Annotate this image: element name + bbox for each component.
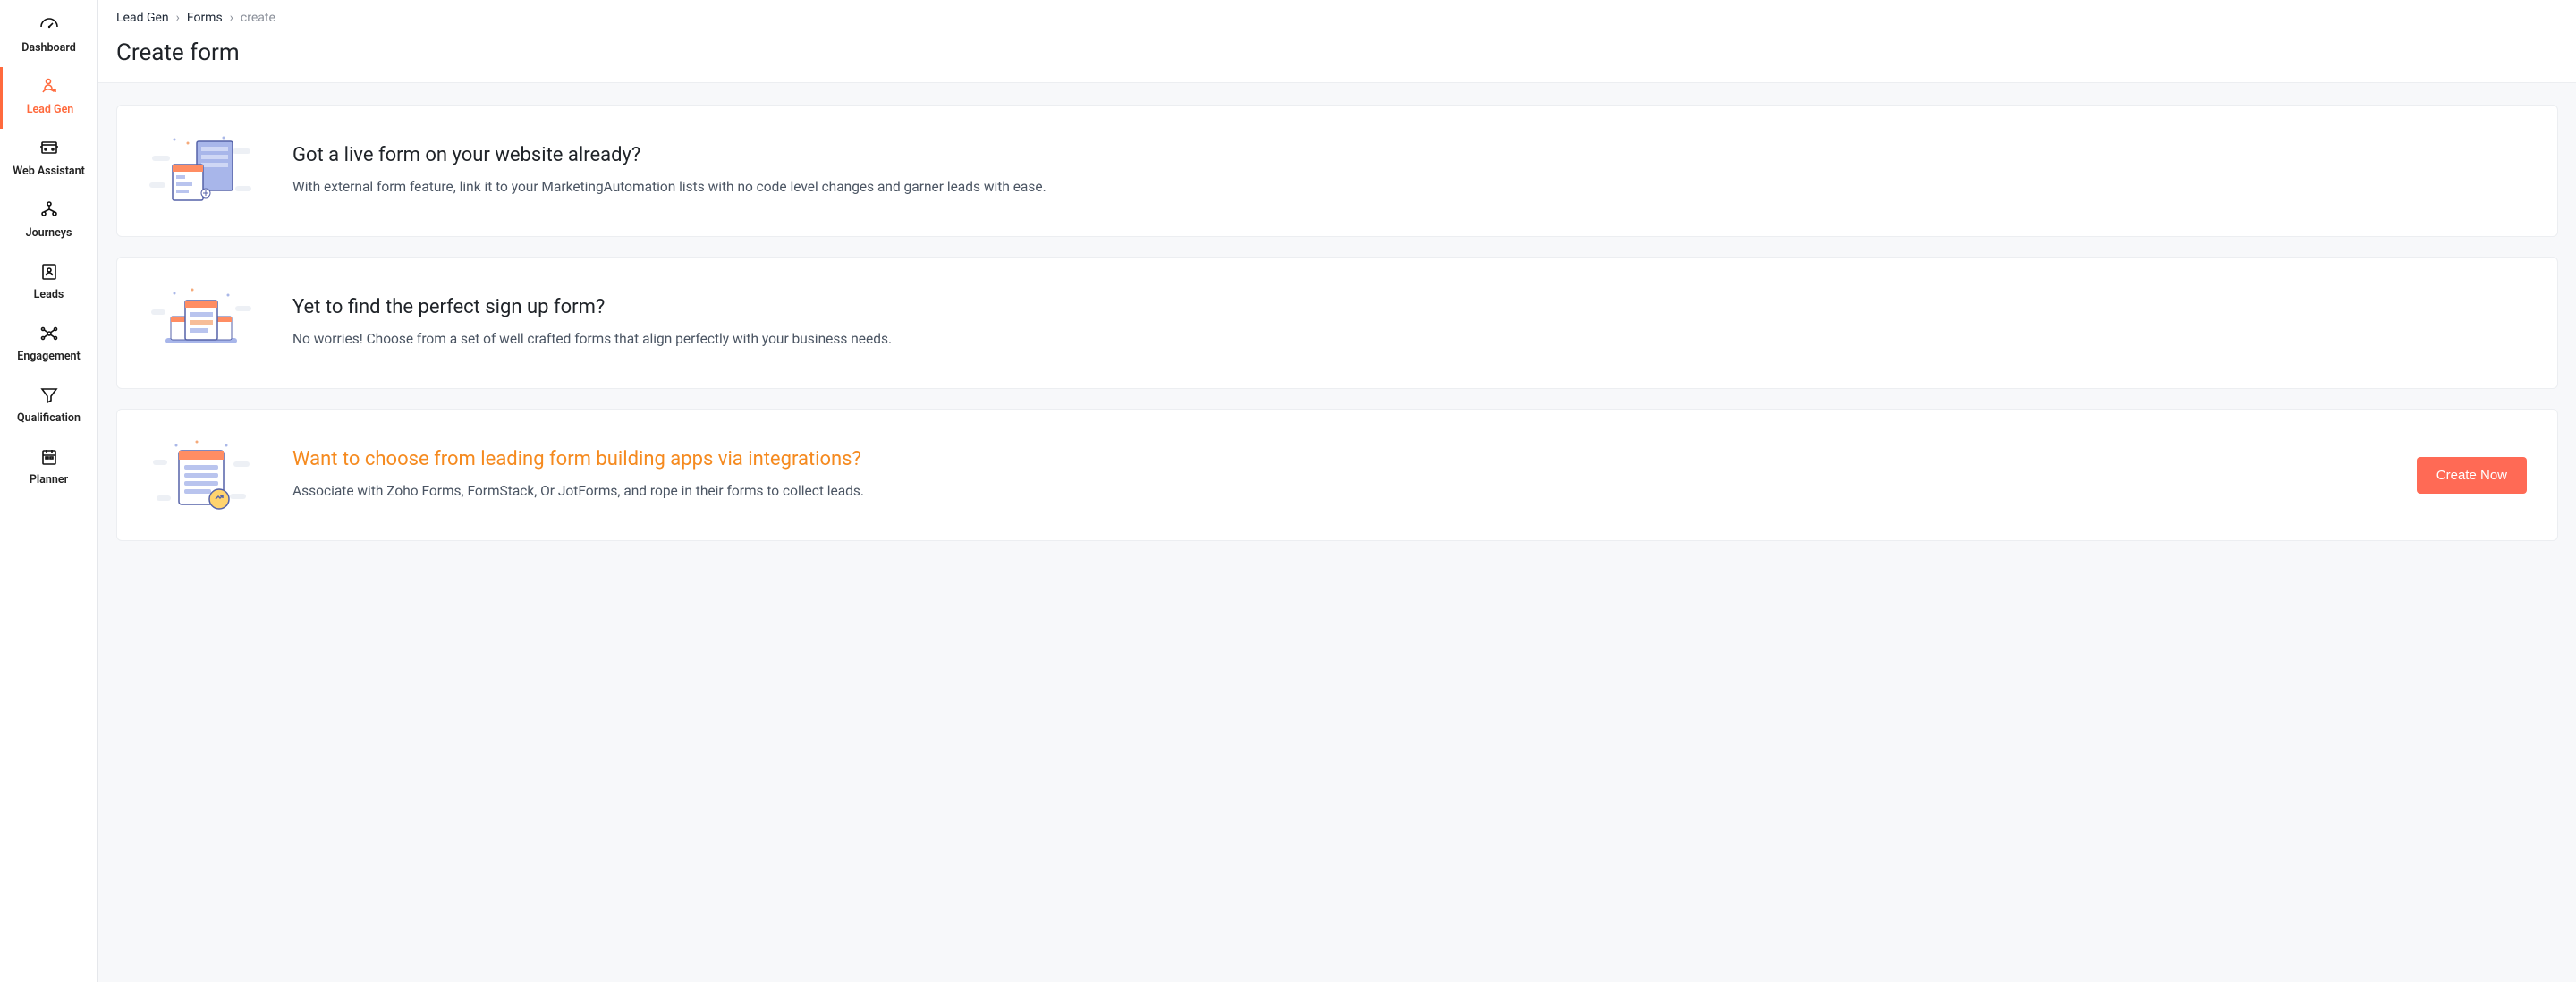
leads-icon — [38, 261, 60, 283]
card-description: Associate with Zoho Forms, FormStack, Or… — [292, 481, 2379, 502]
option-card-integrations[interactable]: Want to choose from leading form buildin… — [116, 409, 2558, 541]
sidebar-item-engagement[interactable]: Engagement — [0, 314, 97, 376]
card-title: Got a live form on your website already? — [292, 144, 2527, 166]
create-now-button[interactable]: Create Now — [2417, 457, 2527, 494]
content-area: Got a live form on your website already?… — [98, 83, 2576, 563]
chevron-right-icon: › — [230, 11, 233, 25]
sidebar-item-label: Leads — [34, 288, 64, 301]
sidebar-item-web-assistant[interactable]: Web Assistant — [0, 129, 97, 190]
card-title: Yet to find the perfect sign up form? — [292, 296, 2527, 318]
chevron-right-icon: › — [176, 11, 180, 25]
sidebar-item-planner[interactable]: Planner — [0, 437, 97, 499]
web-assistant-icon — [38, 138, 60, 159]
main-content: Lead Gen › Forms › create Create form — [98, 0, 2576, 982]
card-title: Want to choose from leading form buildin… — [292, 448, 2379, 470]
sidebar-item-journeys[interactable]: Journeys — [0, 190, 97, 252]
card-cta-area: Create Now — [2417, 457, 2527, 494]
topbar: Lead Gen › Forms › create Create form — [98, 0, 2576, 83]
lead-gen-icon — [39, 76, 61, 97]
sidebar-item-label: Qualification — [17, 411, 80, 425]
card-description: No worries! Choose from a set of well cr… — [292, 329, 2527, 350]
sidebar-item-label: Lead Gen — [27, 103, 74, 116]
sidebar-item-label: Journeys — [26, 226, 72, 240]
sidebar: Dashboard Lead Gen Web Assistant Journey… — [0, 0, 98, 982]
illustration-external-form — [148, 131, 255, 211]
sidebar-item-leads[interactable]: Leads — [0, 252, 97, 314]
sidebar-item-qualification[interactable]: Qualification — [0, 376, 97, 437]
illustration-signup-form — [148, 283, 255, 363]
engagement-icon — [38, 323, 60, 344]
sidebar-item-lead-gen[interactable]: Lead Gen — [0, 67, 97, 129]
breadcrumb: Lead Gen › Forms › create — [116, 11, 2558, 25]
card-body: Want to choose from leading form buildin… — [292, 448, 2379, 502]
card-body: Yet to find the perfect sign up form? No… — [292, 296, 2527, 350]
option-card-external-form[interactable]: Got a live form on your website already?… — [116, 105, 2558, 237]
sidebar-item-label: Web Assistant — [13, 165, 85, 178]
card-body: Got a live form on your website already?… — [292, 144, 2527, 198]
illustration-integrations — [148, 435, 255, 515]
sidebar-item-label: Engagement — [17, 350, 80, 363]
card-description: With external form feature, link it to y… — [292, 177, 2527, 198]
sidebar-item-label: Dashboard — [21, 41, 76, 55]
page-title: Create form — [116, 39, 2558, 66]
gauge-icon — [38, 14, 60, 36]
journeys-icon — [38, 199, 60, 221]
sidebar-item-label: Planner — [30, 473, 68, 487]
planner-icon — [38, 446, 60, 468]
sidebar-item-dashboard[interactable]: Dashboard — [0, 5, 97, 67]
option-card-signup-form[interactable]: Yet to find the perfect sign up form? No… — [116, 257, 2558, 389]
breadcrumb-item[interactable]: Forms — [187, 11, 223, 25]
breadcrumb-item-current: create — [241, 11, 275, 25]
breadcrumb-item[interactable]: Lead Gen — [116, 11, 169, 25]
funnel-icon — [38, 385, 60, 406]
